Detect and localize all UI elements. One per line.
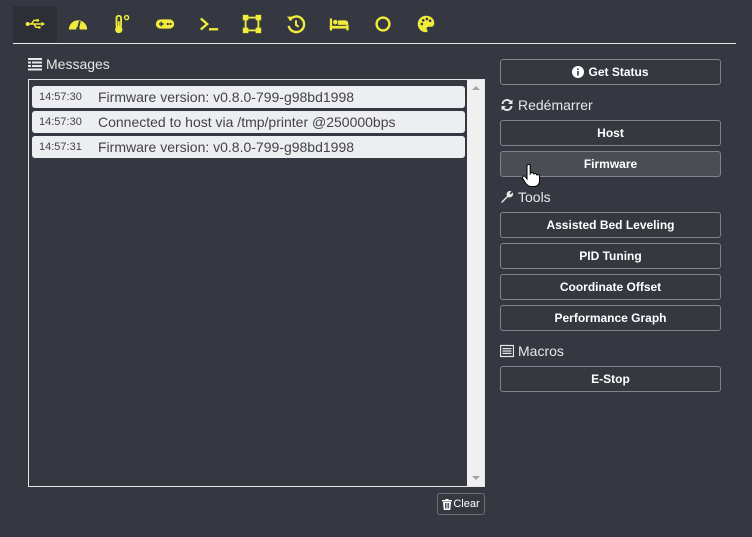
- macro-label: E-Stop: [591, 372, 630, 386]
- clear-label: Clear: [453, 498, 480, 510]
- terminal-icon: [199, 17, 218, 31]
- gamepad-icon: [156, 19, 175, 29]
- restart-title-label: Redémarrer: [518, 97, 593, 113]
- tools-title: Tools: [500, 189, 551, 205]
- assisted-bed-leveling-button[interactable]: Assisted Bed Leveling: [500, 212, 721, 238]
- get-status-label: Get Status: [588, 65, 649, 79]
- e-stop-button[interactable]: E-Stop: [500, 366, 721, 392]
- list-alt-icon: [500, 344, 514, 358]
- clear-messages-button[interactable]: Clear: [437, 493, 485, 515]
- tab-dashboard[interactable]: [57, 6, 101, 42]
- tab-history[interactable]: [274, 6, 318, 42]
- top-navigation: [13, 6, 448, 42]
- message-time: 14:57:30: [39, 91, 82, 103]
- tab-bed-mesh[interactable]: [231, 6, 275, 42]
- tool-label: Performance Graph: [554, 311, 667, 325]
- message-row: 14:57:30 Firmware version: v0.8.0-799-g9…: [32, 86, 465, 108]
- message-list: 14:57:30 Firmware version: v0.8.0-799-g9…: [32, 86, 465, 161]
- wrench-icon: [501, 190, 514, 203]
- tab-circle[interactable]: [361, 6, 405, 42]
- coordinate-offset-button[interactable]: Coordinate Offset: [500, 274, 721, 300]
- tab-temperature[interactable]: [100, 6, 144, 42]
- firmware-label: Firmware: [583, 157, 638, 171]
- message-text: Connected to host via /tmp/printer @2500…: [98, 114, 396, 130]
- pid-tuning-button[interactable]: PID Tuning: [500, 243, 721, 269]
- host-label: Host: [597, 126, 624, 140]
- scroll-up-icon[interactable]: [472, 86, 480, 90]
- messages-scrollbar[interactable]: [467, 80, 484, 486]
- tab-usb[interactable]: [13, 6, 57, 42]
- list-icon: [28, 58, 42, 71]
- tab-theme[interactable]: [405, 6, 449, 42]
- message-time: 14:57:30: [39, 116, 82, 128]
- tool-label: Assisted Bed Leveling: [546, 218, 675, 232]
- message-text: Firmware version: v0.8.0-799-g98bd1998: [98, 89, 355, 105]
- usb-icon: [25, 18, 45, 29]
- tab-console[interactable]: [187, 6, 231, 42]
- trash-icon: [442, 498, 453, 510]
- performance-graph-button[interactable]: Performance Graph: [500, 305, 721, 331]
- tab-control[interactable]: [144, 6, 188, 42]
- palette-icon: [417, 15, 435, 33]
- scroll-down-icon[interactable]: [472, 476, 480, 480]
- restart-title: Redémarrer: [500, 97, 593, 113]
- hand-cursor-icon: [521, 164, 540, 187]
- info-circle-icon: [572, 66, 585, 78]
- tab-bed[interactable]: [318, 6, 362, 42]
- nav-divider: [13, 43, 736, 44]
- messages-title-label: Messages: [46, 56, 110, 72]
- sync-icon: [501, 99, 513, 111]
- restart-host-button[interactable]: Host: [500, 120, 721, 146]
- macros-title: Macros: [500, 343, 564, 359]
- history-icon: [286, 15, 306, 34]
- circle-icon: [375, 16, 391, 32]
- tools-title-label: Tools: [518, 189, 551, 205]
- tool-label: PID Tuning: [579, 249, 642, 263]
- message-text: Firmware version: v0.8.0-799-g98bd1998: [98, 139, 355, 155]
- message-row: 14:57:31 Firmware version: v0.8.0-799-g9…: [32, 136, 465, 158]
- tool-label: Coordinate Offset: [559, 280, 662, 294]
- messages-panel[interactable]: 14:57:30 Firmware version: v0.8.0-799-g9…: [28, 79, 485, 487]
- get-status-button[interactable]: Get Status: [500, 59, 721, 85]
- message-time: 14:57:31: [39, 141, 82, 153]
- bed-icon: [330, 18, 349, 31]
- vector-square-icon: [243, 14, 262, 34]
- message-row: 14:57:30 Connected to host via /tmp/prin…: [32, 111, 465, 133]
- messages-title: Messages: [28, 56, 110, 72]
- macros-title-label: Macros: [518, 343, 564, 359]
- thermometer-icon: [114, 14, 130, 34]
- tachometer-icon: [69, 20, 88, 31]
